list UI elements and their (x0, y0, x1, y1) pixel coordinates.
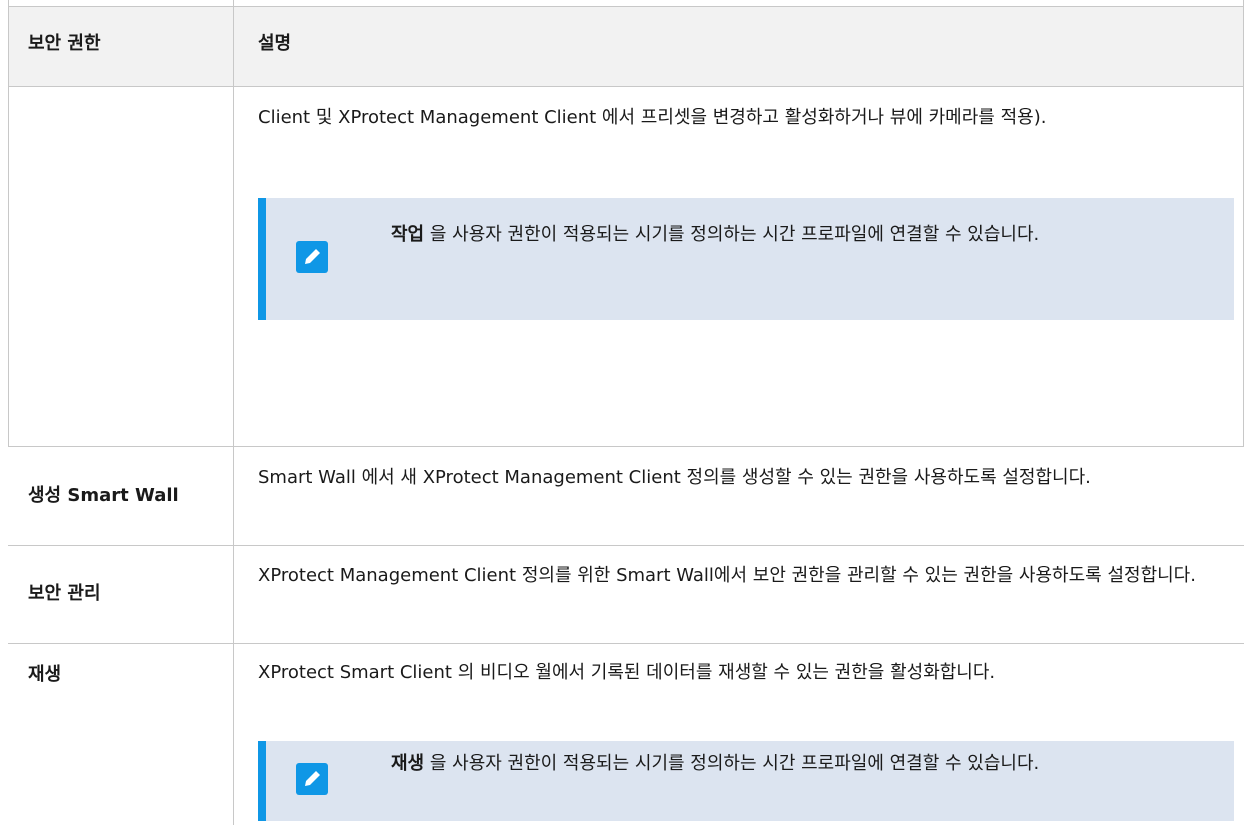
table-header (8, 6, 1244, 86)
note-box: 재생 을 사용자 권한이 적용되는 시기를 정의하는 시간 프로파일에 연결할 … (258, 741, 1234, 821)
note-text: 작업 을 사용자 권한이 적용되는 시기를 정의하는 시간 프로파일에 연결할 … (391, 224, 1040, 245)
divider (1243, 0, 1244, 446)
row-label: 보안 관리 (28, 583, 101, 604)
note-box: 작업 을 사용자 권한이 적용되는 시기를 정의하는 시간 프로파일에 연결할 … (258, 198, 1234, 320)
divider (8, 545, 1244, 546)
divider (8, 643, 1244, 644)
column-header-permission: 보안 권한 (28, 33, 101, 54)
column-header-description: 설명 (258, 33, 292, 54)
divider (8, 6, 1244, 7)
note-text: 재생 을 사용자 권한이 적용되는 시기를 정의하는 시간 프로파일에 연결할 … (391, 753, 1040, 774)
row-description: XProtect Smart Client 의 비디오 월에서 기록된 데이터를… (258, 662, 996, 683)
divider (8, 86, 1244, 87)
pencil-note-icon (296, 241, 328, 273)
row-label: 재생 (28, 664, 62, 685)
divider (8, 0, 9, 446)
row-label: 생성 Smart Wall (28, 485, 179, 506)
row-description: Client 및 XProtect Management Client 에서 프… (258, 107, 1047, 128)
row-description: XProtect Management Client 정의를 위한 Smart … (258, 565, 1196, 586)
divider (8, 446, 1244, 447)
divider (233, 0, 234, 825)
permissions-table: 보안 권한 설명 Client 및 XProtect Management Cl… (8, 0, 1252, 825)
pencil-note-icon (296, 763, 328, 795)
row-description: Smart Wall 에서 새 XProtect Management Clie… (258, 467, 1091, 488)
